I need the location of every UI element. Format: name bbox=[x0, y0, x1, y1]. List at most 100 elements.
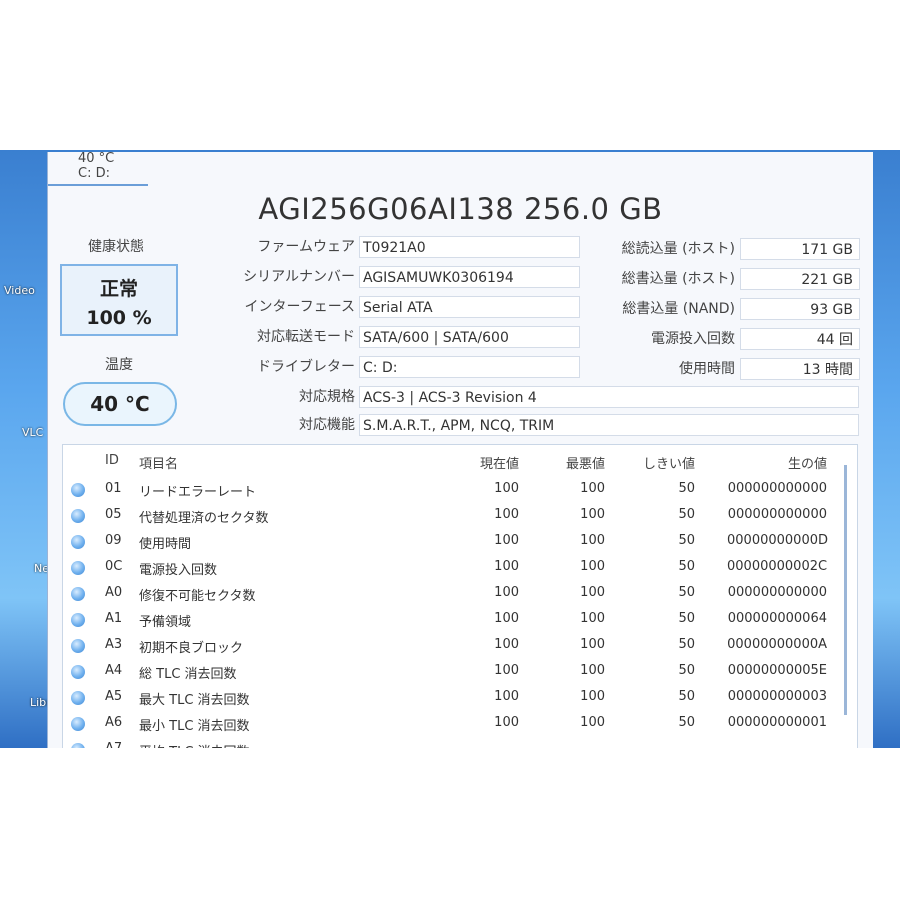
table-row[interactable]: A6 最小 TLC 消去回数 100 100 50 000000000001 bbox=[63, 711, 843, 737]
power-on-hours-value: 13 時間 bbox=[740, 358, 860, 380]
row-raw: 00000000000D bbox=[727, 533, 828, 548]
transfer-mode-label: 対応転送モード bbox=[257, 329, 355, 345]
power-on-count-label: 電源投入回数 bbox=[651, 331, 735, 347]
desktop-icon-label[interactable]: VLC bbox=[22, 426, 43, 439]
row-current: 100 bbox=[494, 559, 519, 574]
header-name[interactable]: 項目名 bbox=[139, 453, 178, 472]
row-threshold: 50 bbox=[678, 585, 695, 600]
drive-tab[interactable]: 40 °C C: D: bbox=[78, 152, 114, 180]
host-reads-value: 171 GB bbox=[740, 238, 860, 260]
row-threshold: 50 bbox=[678, 481, 695, 496]
row-worst: 100 bbox=[580, 663, 605, 678]
header-raw[interactable]: 生の値 bbox=[763, 453, 827, 472]
row-id: A6 bbox=[105, 715, 123, 730]
table-row[interactable]: A1 予備領域 100 100 50 000000000064 bbox=[63, 607, 843, 633]
row-id: A3 bbox=[105, 637, 123, 652]
row-current: 100 bbox=[494, 507, 519, 522]
table-row[interactable]: A0 修復不可能セクタ数 100 100 50 000000000000 bbox=[63, 581, 843, 607]
row-current: 100 bbox=[494, 663, 519, 678]
row-name: 予備領域 bbox=[139, 615, 192, 630]
row-worst: 100 bbox=[580, 533, 605, 548]
row-raw: 000000000000 bbox=[727, 507, 827, 522]
status-dot-icon bbox=[71, 639, 85, 653]
row-id: A0 bbox=[105, 585, 123, 600]
row-worst: 100 bbox=[580, 715, 605, 730]
power-on-hours-label: 使用時間 bbox=[679, 361, 735, 377]
row-current: 100 bbox=[494, 715, 519, 730]
desktop-icon-label[interactable]: Video bbox=[4, 284, 35, 297]
row-threshold: 50 bbox=[678, 689, 695, 704]
status-dot-icon bbox=[71, 613, 85, 627]
transfer-mode-value: SATA/600 | SATA/600 bbox=[359, 326, 580, 348]
header-worst[interactable]: 最悪値 bbox=[549, 453, 605, 472]
features-value: S.M.A.R.T., APM, NCQ, TRIM bbox=[359, 414, 859, 436]
table-scrollbar[interactable] bbox=[844, 465, 847, 715]
drive-title: AGI256G06AI138 256.0 GB bbox=[258, 192, 663, 226]
status-dot-icon bbox=[71, 535, 85, 549]
status-dot-icon bbox=[71, 483, 85, 497]
row-name: リードエラーレート bbox=[139, 485, 257, 500]
table-row[interactable]: A3 初期不良ブロック 100 100 50 00000000000A bbox=[63, 633, 843, 659]
temperature-badge[interactable]: 40 °C bbox=[63, 382, 177, 426]
row-raw: 00000000000A bbox=[727, 637, 827, 652]
drive-tab-underline bbox=[48, 184, 148, 186]
row-raw: 000000000000 bbox=[727, 481, 827, 496]
drive-letter-value: C: D: bbox=[359, 356, 580, 378]
row-id: 01 bbox=[105, 481, 122, 496]
row-id: 09 bbox=[105, 533, 122, 548]
table-row[interactable]: A5 最大 TLC 消去回数 100 100 50 000000000003 bbox=[63, 685, 843, 711]
nand-writes-value: 93 GB bbox=[740, 298, 860, 320]
row-threshold: 50 bbox=[678, 507, 695, 522]
row-raw: 00000000002C bbox=[727, 559, 828, 574]
row-id: A5 bbox=[105, 689, 123, 704]
header-threshold[interactable]: しきい値 bbox=[629, 453, 695, 472]
health-status-badge[interactable]: 正常 100 % bbox=[60, 264, 178, 336]
row-current: 100 bbox=[494, 637, 519, 652]
health-status: 正常 bbox=[99, 278, 138, 300]
row-name: 使用時間 bbox=[139, 537, 192, 552]
row-name: 修復不可能セクタ数 bbox=[139, 589, 256, 604]
header-id[interactable]: ID bbox=[105, 453, 119, 468]
health-percent: 100 % bbox=[86, 307, 152, 329]
row-name: 代替処理済のセクタ数 bbox=[139, 511, 269, 526]
table-row[interactable]: 09 使用時間 100 100 50 00000000000D bbox=[63, 529, 843, 555]
host-reads-label: 総読込量 (ホスト) bbox=[621, 241, 735, 257]
row-raw: 000000000064 bbox=[727, 611, 827, 626]
row-raw: 000000000001 bbox=[727, 715, 827, 730]
firmware-label: ファームウェア bbox=[257, 239, 355, 255]
table-row[interactable]: A7 平均 TLC 消去回数 bbox=[63, 737, 843, 748]
interface-label: インターフェース bbox=[244, 299, 355, 315]
row-name: 平均 TLC 消去回数 bbox=[139, 741, 250, 748]
row-raw: 000000000003 bbox=[727, 689, 827, 704]
table-row[interactable]: 05 代替処理済のセクタ数 100 100 50 000000000000 bbox=[63, 503, 843, 529]
status-dot-icon bbox=[71, 561, 85, 575]
status-dot-icon bbox=[71, 743, 85, 748]
row-current: 100 bbox=[494, 533, 519, 548]
row-threshold: 50 bbox=[678, 533, 695, 548]
status-dot-icon bbox=[71, 509, 85, 523]
status-dot-icon bbox=[71, 717, 85, 731]
interface-value: Serial ATA bbox=[359, 296, 580, 318]
power-on-count-value: 44 回 bbox=[740, 328, 860, 350]
health-label: 健康状態 bbox=[88, 239, 144, 255]
drive-tab-letters: C: D: bbox=[78, 166, 110, 181]
features-label: 対応機能 bbox=[299, 417, 355, 433]
table-row[interactable]: 01 リードエラーレート 100 100 50 000000000000 bbox=[63, 477, 843, 503]
row-current: 100 bbox=[494, 611, 519, 626]
table-row[interactable]: A4 総 TLC 消去回数 100 100 50 00000000005E bbox=[63, 659, 843, 685]
header-current[interactable]: 現在値 bbox=[463, 453, 519, 472]
row-worst: 100 bbox=[580, 559, 605, 574]
row-name: 最大 TLC 消去回数 bbox=[139, 693, 250, 708]
host-writes-value: 221 GB bbox=[740, 268, 860, 290]
status-dot-icon bbox=[71, 665, 85, 679]
drive-letter-label: ドライブレター bbox=[257, 359, 355, 375]
row-threshold: 50 bbox=[678, 637, 695, 652]
table-row[interactable]: 0C 電源投入回数 100 100 50 00000000002C bbox=[63, 555, 843, 581]
row-name: 初期不良ブロック bbox=[139, 641, 244, 656]
status-dot-icon bbox=[71, 587, 85, 601]
row-threshold: 50 bbox=[678, 611, 695, 626]
temperature-label: 温度 bbox=[105, 357, 133, 373]
crystaldiskinfo-window: 40 °C C: D: AGI256G06AI138 256.0 GB 健康状態… bbox=[47, 152, 873, 748]
row-worst: 100 bbox=[580, 637, 605, 652]
standard-label: 対応規格 bbox=[299, 389, 355, 405]
